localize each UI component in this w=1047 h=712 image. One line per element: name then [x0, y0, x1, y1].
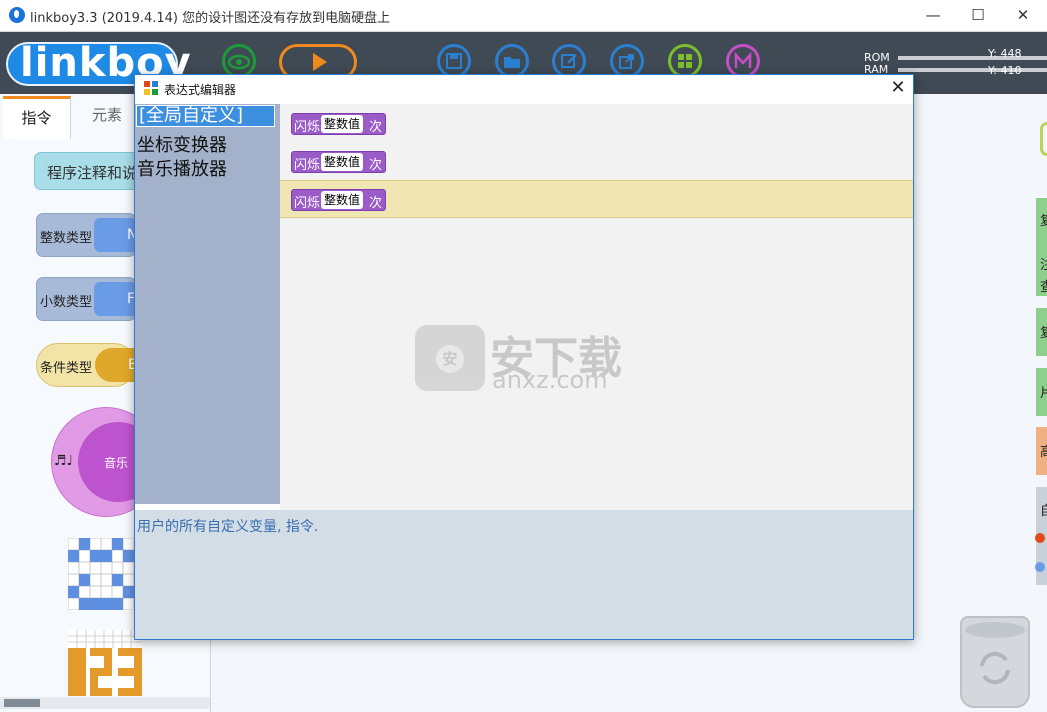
- dialog-close-button[interactable]: ✕: [885, 76, 911, 100]
- music-note-icon: ♬♩: [54, 453, 74, 469]
- block-value-slot[interactable]: 整数值: [321, 153, 364, 171]
- comment-block-label: 程序注释和说: [47, 164, 138, 182]
- right-block-label: 片: [1040, 386, 1047, 401]
- blink-block[interactable]: 闪烁 整数值 次: [291, 151, 386, 173]
- right-circle-partial[interactable]: [1040, 122, 1047, 156]
- window-title: linkboy3.3 (2019.4.14) 您的设计图还没有存放到电脑硬盘上: [30, 11, 391, 26]
- bool-type-chip: B: [95, 348, 138, 382]
- bool-type-block[interactable]: 条件类型 B: [36, 343, 138, 387]
- right-block-label: 复: [1040, 326, 1047, 341]
- eye-icon[interactable]: [222, 44, 256, 78]
- watermark-bag-icon: 安: [415, 325, 485, 391]
- export-icon[interactable]: [610, 44, 644, 78]
- float-type-block[interactable]: 小数类型 F: [36, 277, 137, 321]
- blink-block[interactable]: 闪烁 整数值 次: [291, 113, 386, 135]
- grid-icon[interactable]: [668, 44, 702, 78]
- category-item-music[interactable]: 音乐播放器: [137, 155, 227, 181]
- minimize-button[interactable]: —: [910, 0, 956, 31]
- edit-icon[interactable]: [552, 44, 586, 78]
- right-block-label: 高: [1040, 445, 1047, 460]
- y-readout: Y: 448: [988, 47, 1022, 60]
- right-block-label: 复: [1040, 214, 1047, 229]
- open-folder-icon[interactable]: [495, 44, 529, 78]
- dialog-title: 表达式编辑器: [164, 83, 237, 97]
- int-type-label: 整数类型: [40, 231, 93, 246]
- y-readout: Y: 410: [988, 64, 1022, 77]
- dialog-app-icon: [144, 81, 158, 95]
- maximize-button[interactable]: ☐: [955, 0, 1001, 31]
- float-type-label: 小数类型: [40, 295, 93, 310]
- watermark-url: anxz.com: [492, 366, 608, 394]
- bool-type-label: 条件类型: [40, 361, 93, 376]
- status-dot-blue: [1035, 562, 1045, 572]
- blink-block[interactable]: 闪烁 整数值 次: [291, 189, 386, 211]
- close-button[interactable]: ✕: [1000, 0, 1046, 31]
- play-icon: [313, 53, 327, 71]
- right-block-label: 注: [1040, 258, 1047, 273]
- digit-matrix-module[interactable]: [68, 630, 142, 696]
- int-type-chip: N: [94, 218, 137, 252]
- description-text: 用户的所有自定义变量, 指令.: [137, 519, 319, 535]
- ram-usage-bar: [898, 68, 1047, 72]
- watermark-badge: 安: [436, 345, 464, 373]
- rom-usage-bar: [898, 56, 1047, 60]
- right-block-label: 自: [1040, 504, 1047, 519]
- block-label: 次: [369, 120, 383, 135]
- category-item-global[interactable]: [全局自定义]: [136, 105, 275, 127]
- right-block-label: 查: [1040, 280, 1047, 295]
- block-label: 次: [369, 158, 383, 173]
- music-label: 音乐: [104, 456, 129, 470]
- status-dot-red: [1035, 533, 1045, 543]
- app-logo-icon: [9, 7, 25, 23]
- tab-instructions[interactable]: 指令: [3, 96, 71, 139]
- scrollbar-thumb[interactable]: [4, 699, 40, 707]
- block-value-slot[interactable]: 整数值: [321, 115, 364, 133]
- led-matrix-module[interactable]: [68, 538, 134, 610]
- comment-block[interactable]: 程序注释和说: [34, 152, 144, 190]
- int-type-block[interactable]: 整数类型 N: [36, 213, 137, 257]
- tab-elements[interactable]: 元素: [71, 96, 143, 136]
- float-type-chip: F: [94, 282, 137, 316]
- trash-icon[interactable]: [960, 616, 1030, 708]
- block-label: 闪烁: [294, 196, 321, 211]
- save-icon[interactable]: [437, 44, 471, 78]
- block-label: 闪烁: [294, 120, 321, 135]
- block-label: 次: [369, 196, 383, 211]
- block-label: 闪烁: [294, 158, 321, 173]
- category-item-coordinate[interactable]: 坐标变换器: [137, 131, 227, 157]
- m-logo-icon[interactable]: [726, 44, 760, 78]
- block-value-slot[interactable]: 整数值: [321, 191, 364, 209]
